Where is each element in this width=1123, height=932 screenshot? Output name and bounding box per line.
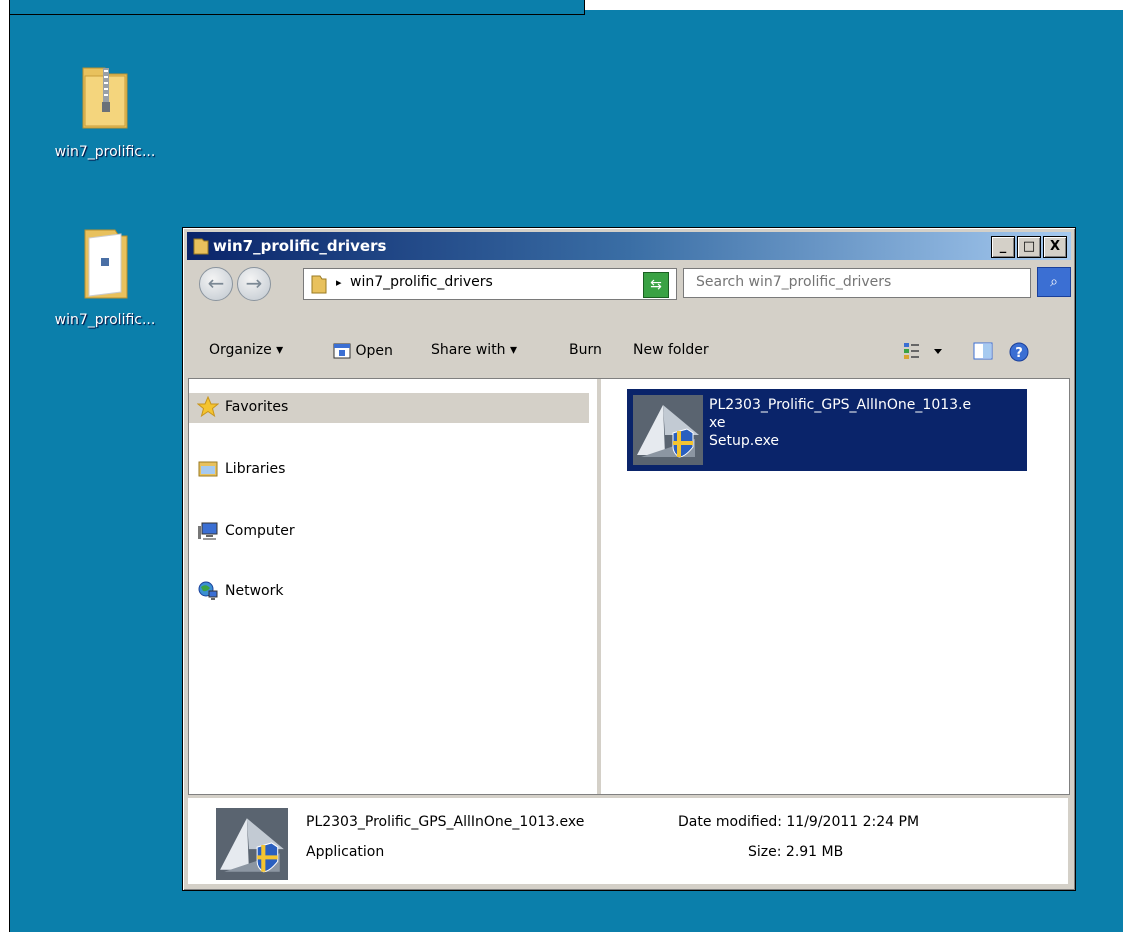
address-bar-row: ← → ▸ win7_prolific_drivers ▾ ⇆ ⌕ [187,263,1071,301]
navigation-pane: Favorites Libraries Computer Network [189,379,601,794]
file-text: PL2303_Prolific_GPS_AllInOne_1013.e xe S… [709,396,1021,450]
search-icon: ⌕ [1050,274,1058,290]
minimize-button[interactable]: _ [991,236,1015,258]
open-label: Open [355,343,393,359]
forward-button[interactable]: → [237,267,271,301]
window-controls: _ □ X [991,236,1067,258]
folder-icon [84,229,128,299]
explorer-window: win7_prolific_drivers _ □ X ← → ▸ win7_p… [182,227,1076,891]
maximize-button[interactable]: □ [1017,236,1041,258]
file-name-line1: PL2303_Prolific_GPS_AllInOne_1013.e [709,397,972,413]
installer-icon [216,808,288,880]
title-bar[interactable]: win7_prolific_drivers _ □ X [187,232,1071,260]
breadcrumb-separator-icon[interactable]: ▸ [336,276,342,289]
star-icon [197,396,219,418]
libraries-icon [198,461,218,477]
details-date-modified: Date modified: 11/9/2011 2:24 PM [678,814,920,830]
back-arrow-icon: ← [207,271,225,295]
address-path[interactable]: win7_prolific_drivers [350,274,493,290]
svg-text:?: ? [1015,346,1023,361]
file-name-line2: xe [709,415,726,431]
computer-icon [198,522,218,540]
nav-label: Network [225,583,284,599]
top-strip [0,0,585,15]
forward-arrow-icon: → [245,271,263,295]
help-icon: ? [1009,342,1029,362]
view-options-button[interactable] [903,342,947,364]
help-button[interactable]: ? [1009,342,1029,366]
refresh-icon: ⇆ [650,277,662,293]
search-input[interactable] [694,273,1018,291]
content-area: Favorites Libraries Computer Network PL2… [188,378,1070,795]
desktop-icon-folder[interactable]: win7_prolific... [40,226,170,328]
top-edge [585,0,1123,10]
back-button[interactable]: ← [199,267,233,301]
desktop-icon-label: win7_prolific... [54,312,156,328]
desktop-icon-label: win7_prolific... [54,144,156,160]
command-bar: Organize ▾ Open Share with ▾ Burn New fo… [187,330,1071,375]
share-with-menu[interactable]: Share with ▾ [431,342,517,358]
desktop-icon-zip[interactable]: win7_prolific... [40,62,170,160]
folder-icon [311,275,327,294]
search-button[interactable]: ⌕ [1037,267,1071,297]
network-icon [198,581,218,600]
file-list-pane: PL2303_Prolific_GPS_AllInOne_1013.e xe S… [601,379,1069,794]
preview-pane-button[interactable] [973,342,993,364]
details-pane: PL2303_Prolific_GPS_AllInOne_1013.exe Ap… [188,798,1068,884]
organize-menu[interactable]: Organize ▾ [209,342,283,358]
nav-item-network[interactable]: Network [198,581,284,600]
nav-label: Libraries [225,461,286,477]
search-box[interactable] [683,268,1031,298]
preview-pane-icon [973,342,993,360]
new-folder-button[interactable]: New folder [633,342,709,358]
file-item[interactable]: PL2303_Prolific_GPS_AllInOne_1013.e xe S… [627,389,1027,471]
nav-item-libraries[interactable]: Libraries [198,461,286,477]
address-bar[interactable]: ▸ win7_prolific_drivers ▾ [303,268,677,300]
window-title: win7_prolific_drivers [213,237,387,255]
open-icon [333,343,351,359]
refresh-button[interactable]: ⇆ [643,272,669,298]
details-size: Size: 2.91 MB [748,844,844,860]
burn-button[interactable]: Burn [569,342,602,358]
file-description: Setup.exe [709,433,780,449]
nav-label: Computer [225,523,295,539]
close-button[interactable]: X [1043,236,1067,258]
zip-folder-icon [82,67,128,129]
installer-icon [633,395,703,465]
nav-item-favorites[interactable]: Favorites [197,396,289,418]
view-icon [904,343,942,359]
nav-label: Favorites [225,399,289,415]
open-button[interactable]: Open [333,342,393,360]
details-filename: PL2303_Prolific_GPS_AllInOne_1013.exe [306,814,585,830]
nav-item-computer[interactable]: Computer [198,522,295,540]
left-edge [0,0,10,932]
details-type: Application [306,844,385,860]
folder-icon [193,238,209,255]
